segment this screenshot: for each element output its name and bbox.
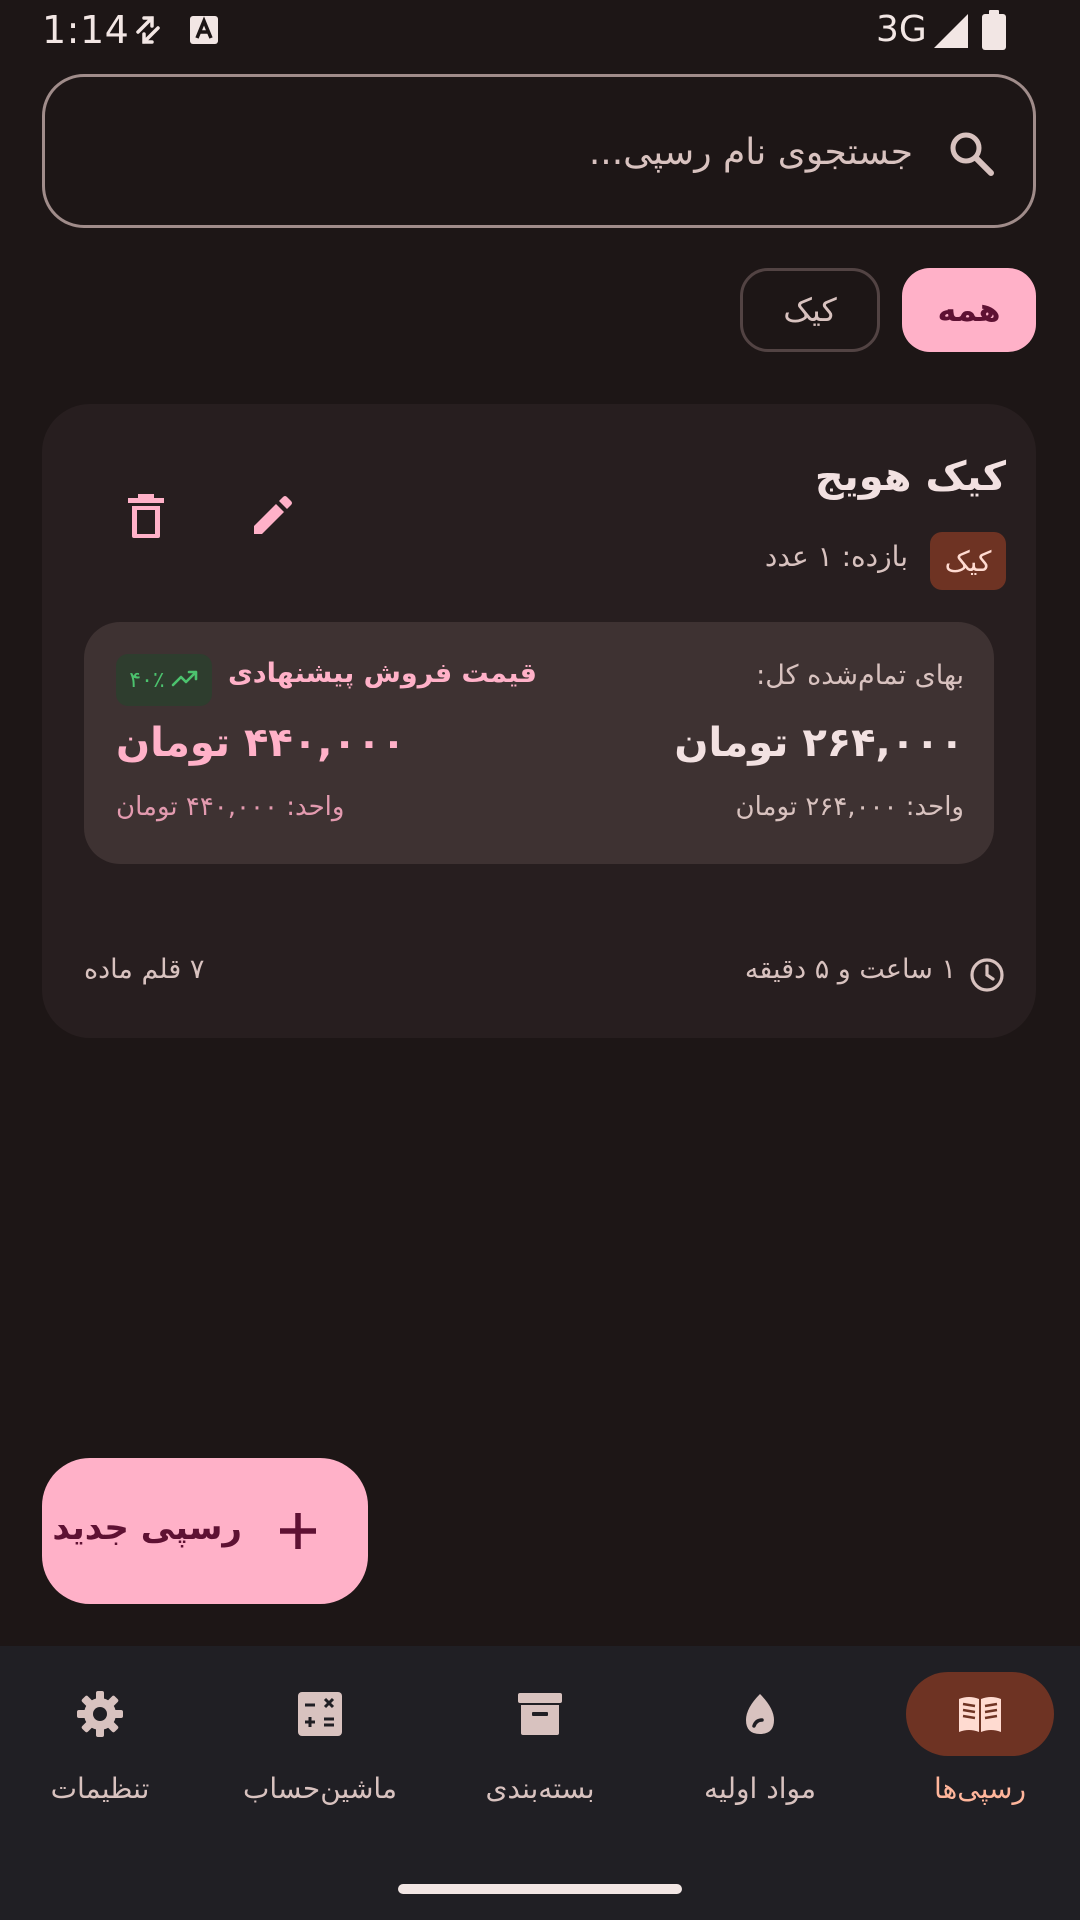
delete-button[interactable] [106,478,186,558]
recipe-duration: ۱ ساعت و ۵ دقیقه [744,954,956,985]
network-type: 3G [876,9,927,50]
nav-label-ingredients: مواد اولیه [704,1772,816,1805]
calculator-icon [296,1690,344,1738]
keyboard-a-icon [186,12,222,48]
suggested-price-label: قیمت فروش پیشنهادی [228,658,537,689]
search-bar [42,74,1036,228]
ingredient-count: ۷ قلم ماده [84,954,205,985]
nav-label-packaging: بسته‌بندی [485,1772,595,1805]
pencil-icon [248,492,296,544]
recipe-title: کیک هویج [814,454,1006,500]
status-bar: 1:14 3G [0,0,1080,62]
cost-label: بهای تمام‌شده کل: [756,660,964,691]
trash-icon [124,492,168,544]
margin-value: ۴۰٪ [129,667,165,693]
nav-item-settings[interactable]: تنظیمات [0,1646,208,1846]
battery-icon [982,10,1006,50]
suggested-unit: واحد: ۴۴۰,۰۰۰ تومان [116,792,345,822]
nav-label-recipes: رسپی‌ها [933,1772,1027,1805]
status-time: 1:14 [42,8,130,52]
book-icon [956,1690,1004,1738]
nav-item-ingredients[interactable]: مواد اولیه [652,1646,868,1846]
nav-item-calculator[interactable]: ماشین‌حساب [212,1646,428,1846]
signal-icon [932,12,970,50]
nav-item-recipes[interactable]: رسپی‌ها [872,1646,1080,1846]
trending-up-icon [171,668,199,693]
price-panel: بهای تمام‌شده کل: ۲۶۴,۰۰۰ تومان واحد: ۲۶… [84,622,994,864]
cost-unit: واحد: ۲۶۴,۰۰۰ تومان [735,792,964,822]
nav-label-settings: تنظیمات [50,1772,150,1805]
nav-label-calculator: ماشین‌حساب [243,1772,397,1805]
new-recipe-button[interactable]: رسپی جدید [42,1458,368,1604]
recipe-card[interactable]: کیک هویج کیک بازده: ۱ عدد بهای تمام‌شده [42,404,1036,1038]
screen-rotate-icon [130,12,166,48]
cost-total: ۲۶۴,۰۰۰ تومان [674,720,964,766]
nav-item-packaging[interactable]: بسته‌بندی [432,1646,648,1846]
search-input[interactable] [133,117,913,187]
archive-box-icon [516,1690,564,1738]
filter-chip-cake[interactable]: کیک [740,268,880,352]
bottom-navigation: رسپی‌ها مواد اولیه بسته‌بندی [0,1646,1080,1920]
home-indicator[interactable] [398,1884,682,1894]
category-badge: کیک [930,532,1006,590]
clock-icon [968,956,1006,994]
egg-icon [736,1690,784,1738]
margin-badge: ۴۰٪ [116,654,212,706]
filter-chip-all[interactable]: همه [902,268,1036,352]
new-recipe-label: رسپی جدید [52,1508,242,1548]
app-screen: 1:14 3G جستجوی نام رسپی... همه کیک کیک ه… [0,0,1080,1920]
edit-button[interactable] [232,478,312,558]
gear-icon [76,1690,124,1738]
suggested-total: ۴۴۰,۰۰۰ تومان [116,720,406,766]
search-icon[interactable] [945,127,997,179]
recipe-yield: بازده: ۱ عدد [764,540,908,573]
plus-icon [272,1505,324,1557]
